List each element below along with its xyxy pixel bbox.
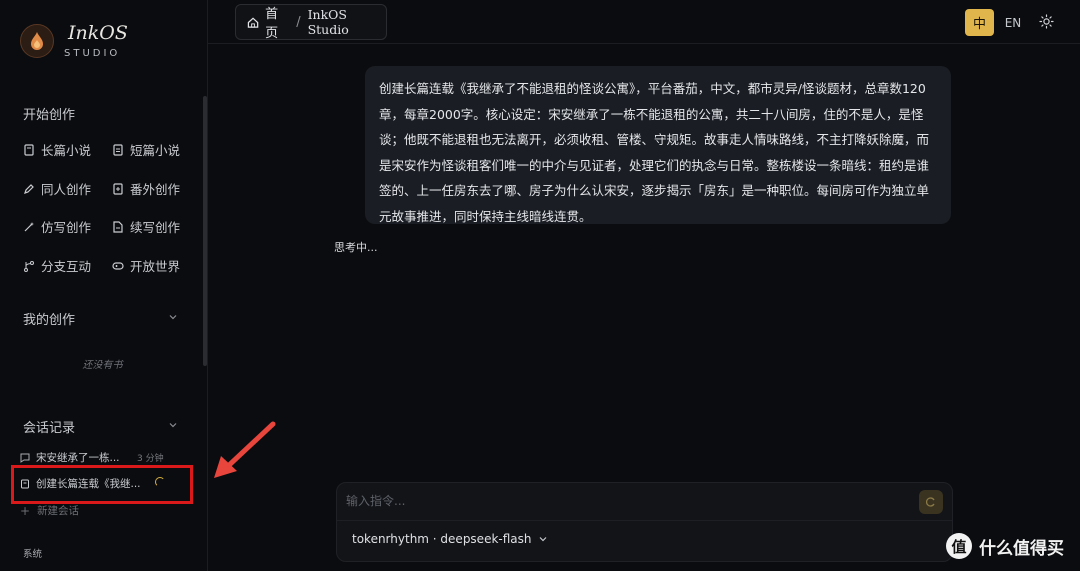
brand-subtitle: STUDIO — [64, 48, 121, 59]
sidebar-item-short-story[interactable]: 短篇小说 — [112, 140, 180, 159]
branch-icon — [24, 260, 34, 272]
gamepad-icon — [112, 261, 124, 270]
session-time: 3 分钟 — [137, 454, 164, 464]
assistant-status: 思考中... — [334, 241, 378, 254]
annotation-highlight-box — [11, 465, 193, 504]
composer-divider — [337, 520, 952, 521]
composer: tokenrhythm · deepseek-flash — [336, 482, 953, 562]
system-section-title[interactable]: 系统 — [23, 546, 42, 560]
new-session-label: 新建会话 — [37, 505, 80, 517]
sidebar-item-label: 同人创作 — [41, 182, 92, 197]
sidebar-item-label: 短篇小说 — [130, 143, 181, 158]
breadcrumb-separator: / — [296, 14, 301, 30]
sidebar-item-open-world[interactable]: 开放世界 — [112, 256, 180, 275]
chevron-down-icon — [539, 537, 546, 542]
send-button[interactable] — [919, 490, 943, 514]
extra-icon — [113, 182, 123, 195]
chevron-down-icon[interactable] — [167, 419, 179, 431]
sidebar-item-extra[interactable]: 番外创作 — [112, 179, 180, 198]
create-section-title: 开始创作 — [23, 108, 76, 123]
chat-icon — [20, 453, 30, 463]
command-input[interactable] — [346, 489, 906, 513]
sidebar-item-imitation[interactable]: 仿写创作 — [23, 217, 91, 236]
sidebar-item-label: 番外创作 — [130, 182, 181, 197]
session-item[interactable]: 宋安继承了一栋... — [20, 450, 120, 465]
pen-icon — [24, 183, 34, 194]
watermark: 值 什么值得买 — [946, 533, 1064, 559]
breadcrumb: 首页 / InkOS Studio — [235, 3, 387, 41]
plus-icon: + — [20, 503, 31, 518]
sidebar-item-label: 开放世界 — [130, 259, 181, 274]
watermark-logo-icon: 值 — [946, 533, 972, 559]
session-title: 宋安继承了一栋... — [36, 452, 120, 464]
watermark-text: 什么值得买 — [979, 538, 1064, 559]
loading-icon — [926, 497, 935, 507]
breadcrumb-home[interactable]: 首页 — [265, 3, 289, 41]
brand[interactable]: InkOS STUDIO — [20, 22, 128, 59]
sidebar-item-continuation[interactable]: 续写创作 — [112, 217, 180, 236]
sidebar-item-branch[interactable]: 分支互动 — [23, 256, 91, 275]
breadcrumb-current: InkOS Studio — [307, 7, 349, 37]
sessions-section-title[interactable]: 会话记录 — [23, 417, 75, 436]
short-story-icon — [113, 143, 123, 156]
flame-logo-icon — [20, 23, 54, 58]
language-en-button[interactable]: EN — [1000, 9, 1026, 36]
topbar: 首页 / InkOS Studio 中 EN — [208, 0, 1080, 44]
home-icon[interactable] — [247, 16, 259, 29]
sidebar: InkOS STUDIO 开始创作 长篇小说 短篇小说 同人创作 番外创作 仿写… — [0, 0, 208, 571]
new-session-button[interactable]: + 新建会话 — [20, 503, 79, 518]
sidebar-item-long-novel[interactable]: 长篇小说 — [23, 140, 91, 159]
wand-icon — [24, 221, 34, 231]
user-message-bubble: 创建长篇连载《我继承了不能退租的怪谈公寓》，平台番茄，中文，都市灵异/怪谈题材，… — [365, 66, 951, 224]
chevron-down-icon[interactable] — [167, 311, 179, 323]
model-name: tokenrhythm · deepseek-flash — [352, 532, 532, 546]
sidebar-item-label: 仿写创作 — [41, 220, 92, 235]
language-zh-button[interactable]: 中 — [965, 9, 994, 36]
works-empty-note: 还没有书 — [82, 360, 123, 371]
sidebar-item-label: 分支互动 — [41, 259, 92, 274]
model-selector[interactable]: tokenrhythm · deepseek-flash — [352, 532, 548, 546]
sun-icon[interactable] — [1039, 14, 1054, 29]
works-section-title[interactable]: 我的创作 — [23, 309, 75, 328]
continue-file-icon — [113, 220, 123, 233]
sidebar-item-label: 长篇小说 — [41, 143, 92, 158]
sidebar-item-label: 续写创作 — [130, 220, 181, 235]
sidebar-scrollbar[interactable] — [203, 96, 207, 366]
book-icon — [24, 143, 34, 156]
brand-name: InkOS — [68, 22, 128, 44]
sidebar-item-fanfic[interactable]: 同人创作 — [23, 179, 91, 198]
annotation-arrow-icon — [214, 421, 276, 478]
